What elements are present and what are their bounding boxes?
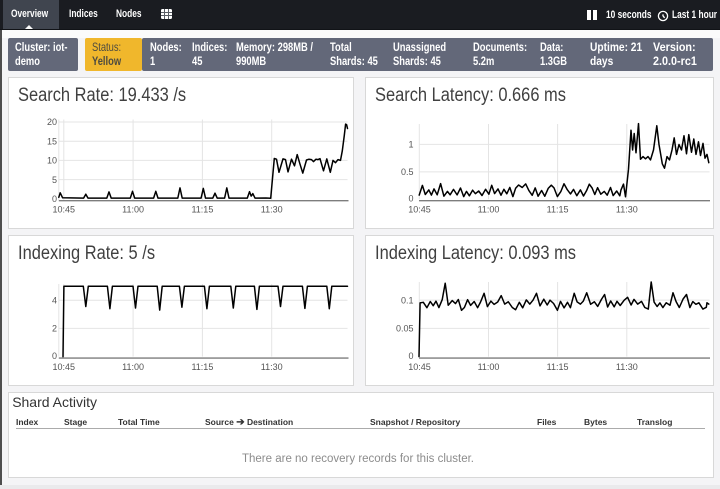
svg-text:0: 0 bbox=[52, 194, 57, 204]
svg-text:11:15: 11:15 bbox=[547, 362, 569, 372]
svg-text:10:45: 10:45 bbox=[53, 362, 76, 372]
svg-text:11:30: 11:30 bbox=[261, 205, 283, 215]
svg-text:4: 4 bbox=[52, 295, 57, 305]
svg-text:11:30: 11:30 bbox=[616, 205, 638, 215]
svg-text:11:15: 11:15 bbox=[547, 205, 569, 215]
svg-text:2: 2 bbox=[52, 324, 57, 334]
svg-text:0: 0 bbox=[408, 193, 413, 203]
svg-text:10: 10 bbox=[47, 156, 57, 166]
svg-text:10:45: 10:45 bbox=[408, 205, 431, 215]
svg-text:0.05: 0.05 bbox=[396, 324, 414, 334]
svg-text:11:00: 11:00 bbox=[478, 362, 500, 372]
svg-text:0.5: 0.5 bbox=[401, 167, 414, 177]
svg-text:10:45: 10:45 bbox=[53, 205, 76, 215]
svg-text:11:00: 11:00 bbox=[122, 205, 144, 215]
svg-text:11:15: 11:15 bbox=[191, 205, 213, 215]
svg-text:11:30: 11:30 bbox=[261, 362, 283, 372]
svg-text:11:00: 11:00 bbox=[122, 362, 144, 372]
svg-text:11:30: 11:30 bbox=[616, 362, 638, 372]
svg-text:0.1: 0.1 bbox=[401, 295, 414, 305]
svg-text:11:15: 11:15 bbox=[191, 362, 213, 372]
svg-text:11:00: 11:00 bbox=[478, 205, 500, 215]
svg-text:0: 0 bbox=[52, 351, 57, 361]
svg-text:1: 1 bbox=[408, 140, 413, 150]
svg-text:5: 5 bbox=[52, 175, 57, 185]
svg-text:0: 0 bbox=[408, 351, 413, 361]
svg-text:15: 15 bbox=[47, 136, 57, 146]
svg-text:10:45: 10:45 bbox=[408, 362, 431, 372]
svg-text:20: 20 bbox=[47, 117, 57, 127]
